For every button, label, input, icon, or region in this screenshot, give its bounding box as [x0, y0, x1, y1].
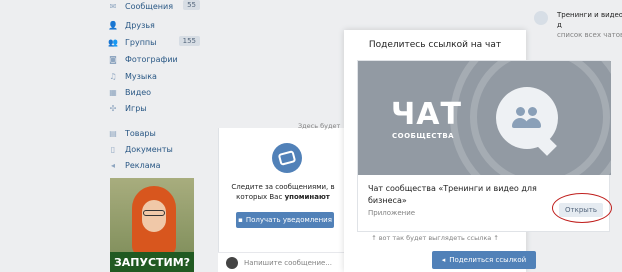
message-composer[interactable]: Напишите сообщение... [218, 252, 344, 272]
card-meta: Приложение [368, 209, 416, 217]
preview-hint: ↑ вот так будет выглядеть ссылка ↑ [371, 234, 499, 242]
megaphone-icon: ◂ [110, 160, 115, 170]
sidebar-item-label: Группы [125, 37, 157, 47]
message-icon: ✉ [109, 1, 117, 11]
ad-banner-text: ЗАПУСТИМ? [110, 252, 194, 272]
sidebar-item-label: Видео [125, 87, 152, 97]
notification-icon [272, 143, 302, 173]
count-badge: 155 [178, 36, 200, 46]
ad-banner[interactable]: ЗАПУСТИМ? [110, 178, 194, 272]
sidebar-item-music[interactable]: ♫ Музыка [108, 68, 200, 84]
avatar [226, 256, 238, 269]
sidebar-item-label: Музыка [125, 71, 157, 81]
sidebar-item-messages[interactable]: ✉ Сообщения 55 [108, 0, 200, 14]
modal-title: Поделитесь ссылкой на чат [368, 40, 502, 50]
get-notifications-button[interactable]: ▪ Получать уведомления [236, 212, 334, 228]
notify-line-2: которых Вас [236, 193, 283, 201]
get-notifications-label: Получать уведомления [245, 216, 332, 224]
composer-input[interactable]: Напишите сообщение... [244, 259, 332, 267]
sidebar-item-goods[interactable]: ▤ Товары [108, 125, 200, 141]
sidebar-item-label: Документы [125, 144, 173, 154]
sidebar-item-label: Фотографии [125, 54, 178, 64]
sidebar-item-ads[interactable]: ◂ Реклама [108, 157, 200, 173]
gamepad-icon: ✣ [109, 103, 117, 113]
music-note-icon: ♫ [109, 71, 117, 81]
ad-person-glasses [143, 210, 165, 216]
camera-icon: ◙ [109, 54, 117, 64]
people-icon [512, 106, 542, 130]
notification-title: Тренинги и видео д [557, 11, 622, 29]
sidebar-item-label: Игры [125, 103, 147, 113]
share-link-label: Поделиться ссылкой [449, 256, 527, 264]
sidebar-item-games[interactable]: ✣ Игры [108, 100, 200, 116]
sidebar-item-documents[interactable]: ▯ Документы [108, 141, 200, 157]
film-icon: ▦ [109, 87, 117, 97]
count-badge: 55 [183, 0, 200, 10]
document-icon: ▯ [110, 144, 116, 154]
megaphone-icon: ◂ [441, 256, 446, 264]
sidebar-item-video[interactable]: ▦ Видео [108, 84, 200, 100]
sidebar-item-friends[interactable]: 👤 Друзья [108, 17, 200, 33]
card-title: Чат сообщества «Тренинги и видео для биз… [368, 184, 537, 205]
group-icon [534, 11, 548, 25]
sidebar-item-groups[interactable]: 👥 Группы 155 [108, 34, 200, 50]
chat-bubble-icon [496, 87, 558, 149]
group-icon: 👥 [108, 37, 118, 47]
hero-title: ЧАТ [391, 97, 462, 132]
notification-subtitle: список всех чатов [557, 31, 622, 39]
sidebar-item-label: Реклама [125, 160, 161, 170]
panel-hint-text: Здесь будет [298, 122, 341, 130]
sidebar-item-label: Друзья [125, 20, 155, 30]
notification-item[interactable]: Тренинги и видео д список всех чатов [557, 10, 622, 40]
person-icon: 👤 [108, 20, 118, 30]
ad-person-face [142, 200, 166, 232]
shop-icon: ▤ [109, 128, 117, 138]
bell-icon: ▪ [238, 216, 243, 224]
notify-line-1: Следите за сообщениями, в [231, 183, 335, 191]
sidebar-item-label: Сообщения [125, 1, 174, 11]
annotation-circle [552, 193, 612, 223]
card-hero-image: ЧАТ СООБЩЕСТВА [358, 61, 611, 175]
notify-description: Следите за сообщениями, в которых Вас уп… [228, 182, 338, 202]
sidebar-item-label: Товары [125, 128, 156, 138]
hero-subtitle: СООБЩЕСТВА [392, 132, 455, 140]
sidebar-item-photos[interactable]: ◙ Фотографии [108, 51, 200, 67]
share-link-button[interactable]: ◂ Поделиться ссылкой [432, 251, 536, 269]
notify-bold: упоминают [284, 193, 330, 201]
